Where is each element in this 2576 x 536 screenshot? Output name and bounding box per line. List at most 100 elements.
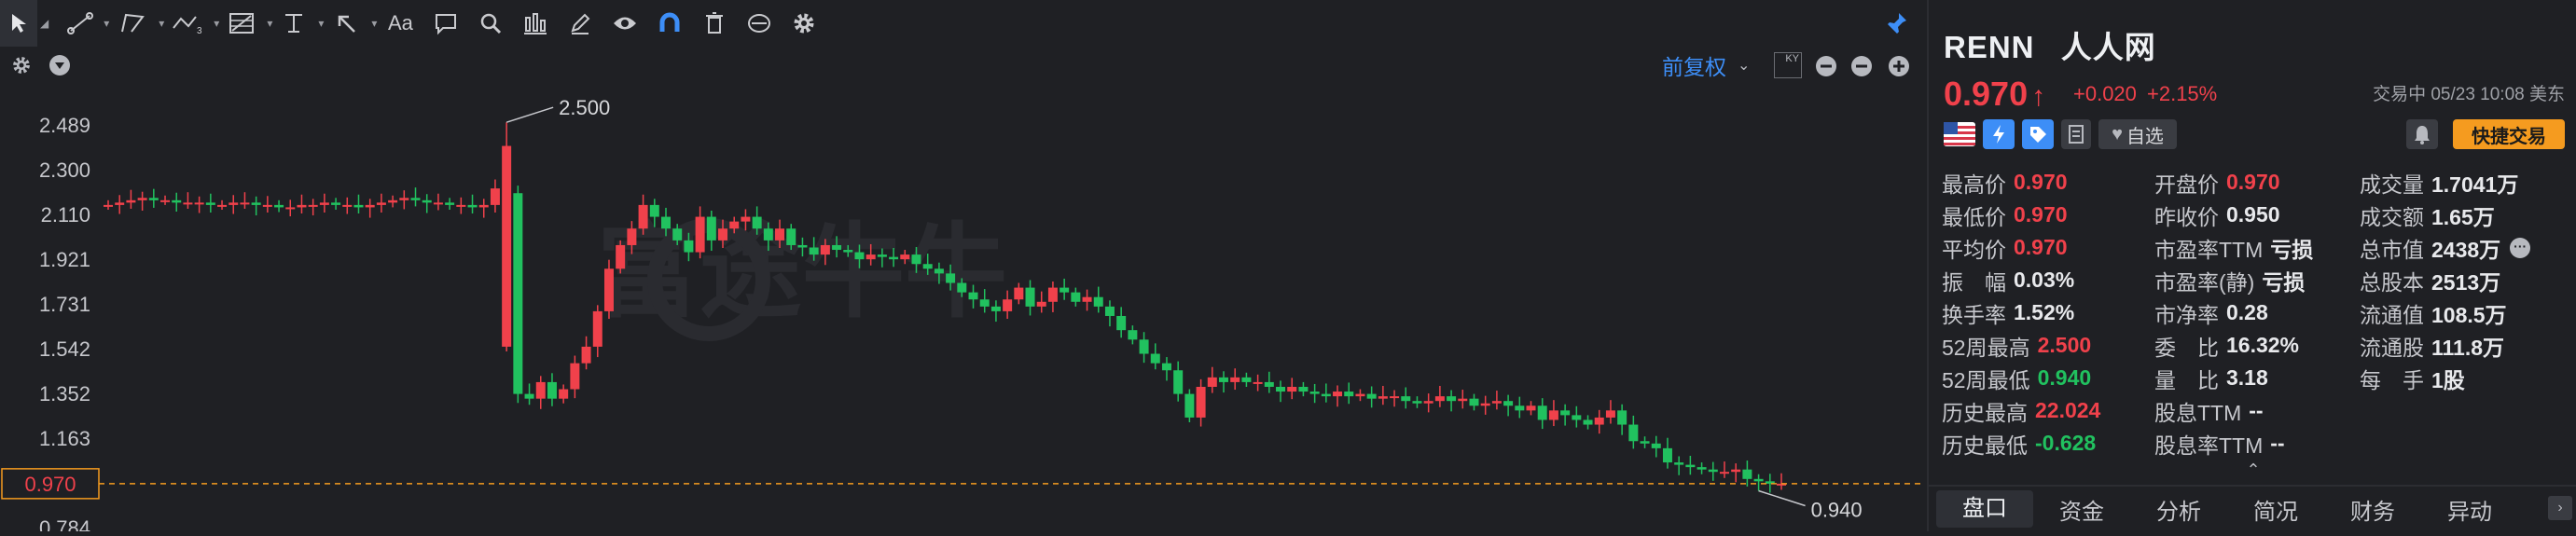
candle-body: [126, 199, 136, 203]
add-watchlist-button[interactable]: ♥ 自选: [2098, 119, 2177, 149]
ky-toggle-icon[interactable]: KY: [1774, 52, 1802, 78]
candle-body: [513, 193, 523, 394]
tab-capital[interactable]: 资金: [2033, 493, 2130, 526]
stat-item: 最低价 0.970: [1942, 199, 2068, 231]
candle-body: [866, 254, 876, 260]
more-icon[interactable]: ···: [2510, 237, 2531, 258]
pencil-tool-icon[interactable]: [558, 0, 602, 47]
candle-body: [388, 199, 398, 203]
candle-body: [820, 244, 830, 255]
candle-body: [592, 310, 602, 347]
candle-body: [1412, 401, 1422, 404]
y-tick-label: 2.489: [39, 114, 90, 137]
candle-body: [342, 204, 353, 207]
candle-body: [433, 202, 443, 205]
candle-body: [922, 264, 933, 269]
stat-label: 平均价: [1942, 237, 2006, 262]
candle-body: [1458, 398, 1468, 402]
tab-financials[interactable]: 财务: [2324, 493, 2421, 526]
candle-body: [1515, 405, 1525, 411]
stat-item: 量 比 3.18: [2154, 362, 2268, 394]
comment-tool-icon[interactable]: [423, 0, 468, 47]
chart-settings-icon[interactable]: [0, 47, 43, 84]
candle-body: [467, 204, 478, 208]
pin-icon[interactable]: [1880, 0, 1914, 47]
alert-bell-icon[interactable]: [2406, 119, 2438, 149]
scroll-right-icon[interactable]: ›: [2548, 496, 2572, 520]
horizontal-line-tool-icon[interactable]: [272, 0, 315, 47]
adjust-mode-select[interactable]: 前复权: [1662, 49, 1726, 81]
chart-canvas[interactable]: 富途牛牛2.4892.3002.1101.9211.7311.5421.3521…: [0, 84, 1925, 536]
candle-body: [137, 198, 147, 200]
stat-label: 量 比: [2154, 367, 2219, 392]
candle-body: [376, 202, 386, 205]
sync-tool-icon[interactable]: [737, 0, 782, 47]
stat-label: 股息TTM: [2154, 400, 2242, 425]
stock-name: 人人网: [2060, 30, 2156, 64]
zoom-out-icon[interactable]: [1815, 55, 1837, 82]
chart-collapse-icon[interactable]: [43, 47, 76, 84]
candle-body: [1537, 405, 1547, 420]
candle-body: [1128, 330, 1138, 340]
candle-body: [1253, 381, 1263, 384]
candle-body: [900, 254, 910, 260]
zoom-in-icon[interactable]: [1888, 55, 1910, 82]
stat-item: 流通股 111.8万: [2360, 329, 2504, 362]
stat-label: 最高价: [1942, 172, 2006, 197]
candle-body: [1184, 393, 1195, 418]
stat-item: 成交量 1.7041万: [2360, 166, 2518, 199]
cursor-tool-icon[interactable]: [0, 0, 37, 47]
candle-body: [1071, 292, 1081, 302]
polyline-tool-icon[interactable]: [109, 0, 156, 47]
tag-badge-icon[interactable]: [2022, 119, 2054, 149]
stat-label: 昨收价: [2154, 204, 2219, 229]
candle-body: [1003, 299, 1013, 311]
notes-icon[interactable]: [2061, 119, 2091, 149]
stat-value: -0.628: [2035, 431, 2097, 455]
candle-body: [957, 282, 967, 293]
candle-body: [410, 198, 421, 200]
stat-item: 股息TTM --: [2154, 394, 2264, 427]
candle-body: [603, 268, 614, 311]
chevron-down-icon[interactable]: ⌄: [1738, 56, 1750, 75]
tab-profile[interactable]: 简况: [2227, 493, 2324, 526]
candle-body: [1047, 287, 1058, 302]
stat-label: 市盈率TTM: [2154, 237, 2264, 262]
stat-value: 1.7041万: [2431, 172, 2519, 197]
magnet-tool-icon[interactable]: [647, 0, 692, 47]
settings-tool-icon[interactable]: [782, 0, 826, 47]
candlestick-chart[interactable]: 富途牛牛 2.489 2.300 2.110 1.921 1.731 1.542 1.352 1…: [0, 84, 1925, 536]
stat-label: 股息率TTM: [2154, 433, 2264, 458]
arrow-tool-icon[interactable]: [324, 0, 368, 47]
candle-body: [148, 198, 159, 200]
measure-tool-icon[interactable]: [513, 0, 558, 47]
stat-label: 历史最高: [1942, 400, 2028, 425]
margin-badge-icon[interactable]: [1983, 119, 2015, 149]
trash-tool-icon[interactable]: [692, 0, 737, 47]
y-tick-label: 2.300: [39, 158, 90, 182]
expand-chevron-icon[interactable]: ⌃: [1929, 460, 2576, 480]
trend-line-tool-icon[interactable]: [60, 0, 101, 47]
tab-analysis[interactable]: 分析: [2130, 493, 2227, 526]
zoom-out-alt-icon[interactable]: [1850, 55, 1873, 82]
chart-header-bar: 前复权 ⌄ KY: [0, 47, 1925, 84]
low-annotation-line: [1758, 489, 1806, 507]
fib-tool-icon[interactable]: [219, 0, 264, 47]
zoom-tool-icon[interactable]: [468, 0, 513, 47]
tab-movements[interactable]: 异动: [2421, 493, 2518, 526]
price-change: +0.020: [2073, 82, 2137, 105]
text-tool-icon[interactable]: Aa: [377, 0, 423, 47]
current-price-label: 0.970: [24, 473, 76, 496]
tab-orderbook[interactable]: 盘口: [1936, 490, 2033, 528]
candle-body: [968, 292, 978, 300]
stat-value: --: [2249, 398, 2264, 422]
stat-label: 52周最高: [1942, 335, 2030, 360]
stat-item: 52周最低 0.940: [1942, 362, 2091, 394]
candle-body: [889, 256, 899, 260]
quick-trade-button[interactable]: 快捷交易: [2453, 119, 2565, 149]
candle-body: [217, 204, 228, 207]
stat-item: 委 比 16.32%: [2154, 329, 2299, 362]
wave-tool-icon[interactable]: 3: [164, 0, 211, 47]
stat-label: 振 幅: [1942, 269, 2006, 295]
eye-tool-icon[interactable]: [602, 0, 647, 47]
